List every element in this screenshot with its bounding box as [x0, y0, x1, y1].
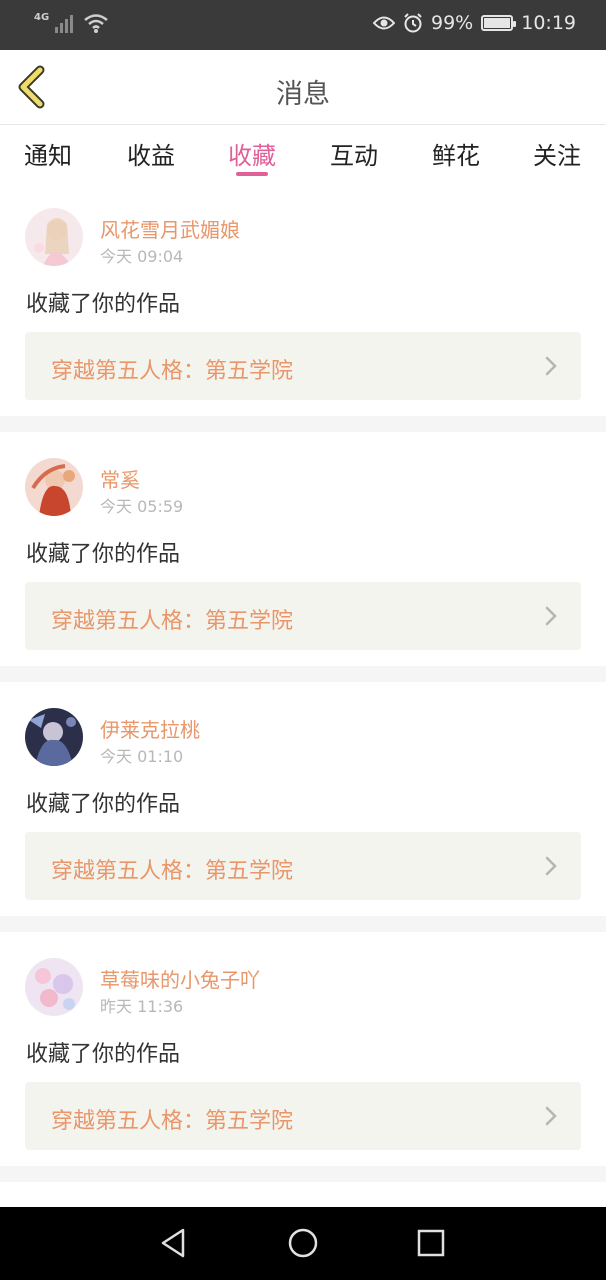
tab-favorites[interactable]: 收藏: [228, 136, 276, 171]
header: 消息: [0, 50, 606, 125]
work-link[interactable]: 穿越第五人格：第五学院: [25, 582, 581, 650]
system-nav-bar: [0, 1207, 606, 1280]
home-circle-icon[interactable]: [285, 1225, 321, 1261]
battery-icon: [481, 15, 517, 31]
divider: [0, 916, 606, 932]
tab-interactions[interactable]: 互动: [330, 136, 378, 171]
user-name[interactable]: 风花雪月武媚娘: [100, 214, 240, 243]
work-title: 穿越第五人格：第五学院: [51, 1109, 294, 1134]
signal-icon: [55, 15, 74, 33]
work-title: 穿越第五人格：第五学院: [51, 609, 294, 634]
avatar[interactable]: [25, 708, 83, 766]
timestamp: 今天 01:10: [100, 747, 184, 766]
user-name[interactable]: 常奚: [100, 464, 140, 493]
work-link[interactable]: 穿越第五人格：第五学院: [25, 832, 581, 900]
wifi-icon: [84, 14, 108, 33]
chevron-right-icon: [545, 356, 557, 376]
user-name[interactable]: 伊莱克拉桃: [100, 714, 200, 743]
battery-fill: [484, 18, 510, 28]
status-left: 4G: [34, 12, 109, 34]
work-link[interactable]: 穿越第五人格：第五学院: [25, 1082, 581, 1150]
message-card: 草莓味的小兔子吖 昨天 11:36 收藏了你的作品 穿越第五人格：第五学院: [0, 932, 606, 1166]
divider: [0, 1166, 606, 1182]
chevron-right-icon: [545, 856, 557, 876]
page-title: 消息: [276, 79, 330, 110]
chevron-right-icon: [545, 606, 557, 626]
chevron-right-icon: [545, 1106, 557, 1126]
timestamp: 昨天 11:36: [100, 997, 184, 1016]
work-title: 穿越第五人格：第五学院: [51, 859, 294, 884]
timestamp: 今天 05:59: [100, 497, 184, 516]
network-type: 4G: [34, 11, 50, 23]
tab-notifications[interactable]: 通知: [24, 136, 72, 171]
eye-icon: [373, 16, 395, 30]
active-tab-indicator: [236, 172, 268, 176]
action-text: 收藏了你的作品: [26, 542, 181, 567]
message-card: 风花雪月武媚娘 今天 09:04 收藏了你的作品 穿越第五人格：第五学院: [0, 182, 606, 416]
action-text: 收藏了你的作品: [26, 1042, 181, 1067]
tab-earnings[interactable]: 收益: [127, 136, 175, 171]
work-link[interactable]: 穿越第五人格：第五学院: [25, 332, 581, 400]
battery-percent: 99%: [431, 12, 474, 34]
divider: [0, 666, 606, 682]
user-name[interactable]: 草莓味的小兔子吖: [100, 964, 260, 993]
recents-square-icon[interactable]: [413, 1225, 449, 1261]
avatar[interactable]: [25, 958, 83, 1016]
divider: [0, 416, 606, 432]
alarm-icon: [404, 13, 422, 33]
tab-flowers[interactable]: 鲜花: [432, 136, 480, 171]
back-triangle-icon[interactable]: [155, 1225, 191, 1261]
message-card: 伊莱克拉桃 今天 01:10 收藏了你的作品 穿越第五人格：第五学院: [0, 682, 606, 916]
action-text: 收藏了你的作品: [26, 792, 181, 817]
status-right: 99% 10:19: [373, 12, 576, 34]
avatar[interactable]: [25, 458, 83, 516]
tab-following[interactable]: 关注: [533, 136, 581, 171]
action-text: 收藏了你的作品: [26, 292, 181, 317]
tab-bar: 通知 收益 收藏 互动 鲜花 关注: [0, 126, 606, 182]
avatar[interactable]: [25, 208, 83, 266]
message-card: 常奚 今天 05:59 收藏了你的作品 穿越第五人格：第五学院: [0, 432, 606, 666]
status-bar: 4G 99% 10:19: [0, 0, 606, 50]
timestamp: 今天 09:04: [100, 247, 184, 266]
clock: 10:19: [521, 12, 576, 34]
work-title: 穿越第五人格：第五学院: [51, 359, 294, 384]
